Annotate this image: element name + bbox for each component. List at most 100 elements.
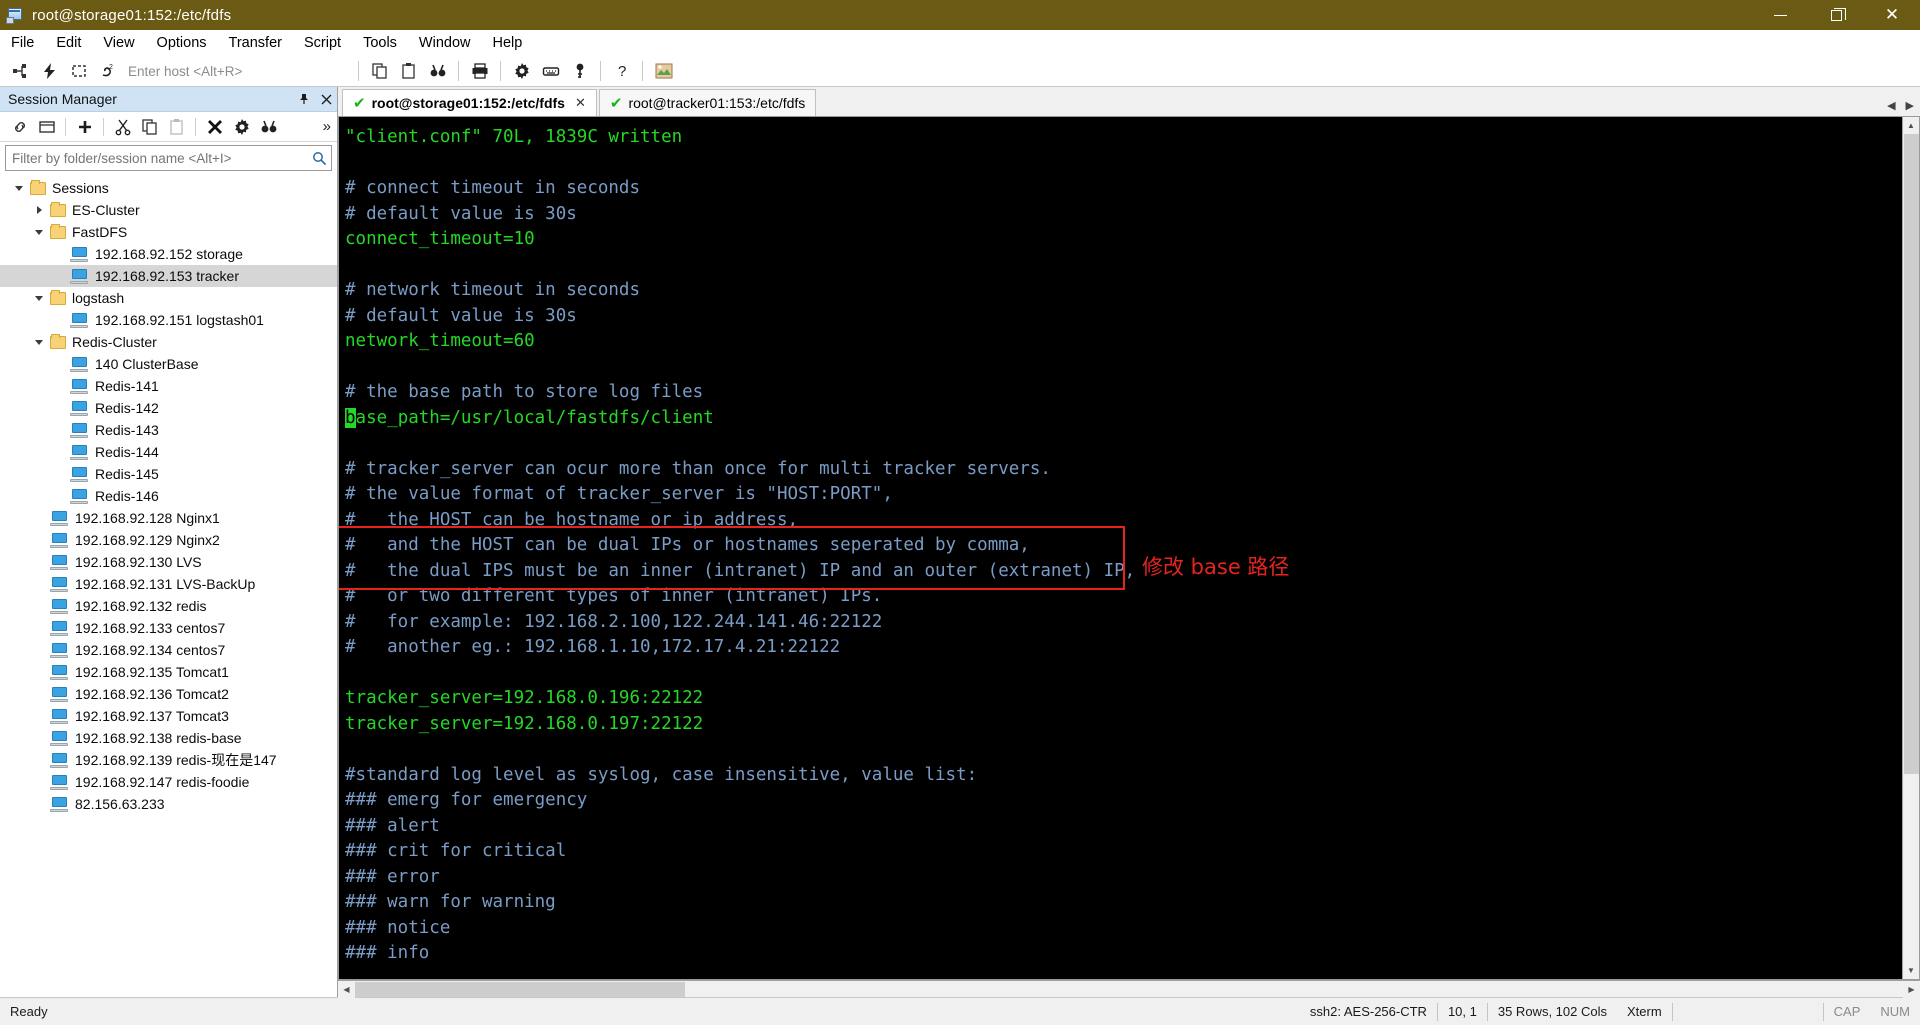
- tree-session[interactable]: 192.168.92.130 LVS: [0, 551, 337, 573]
- menu-help[interactable]: Help: [482, 32, 534, 54]
- tree-session[interactable]: 192.168.92.135 Tomcat1: [0, 661, 337, 683]
- tree-folder[interactable]: FastDFS: [0, 221, 337, 243]
- session-filter[interactable]: [5, 145, 332, 171]
- chevron-down-icon[interactable]: [28, 295, 50, 301]
- session-icon: [50, 554, 70, 570]
- tree-session[interactable]: Redis-144: [0, 441, 337, 463]
- menu-file[interactable]: File: [0, 32, 45, 54]
- delete-icon[interactable]: [201, 114, 228, 139]
- tab-scroll-left-icon[interactable]: ◀: [1887, 99, 1895, 112]
- connect-icon[interactable]: [6, 58, 35, 84]
- paste-icon[interactable]: [163, 114, 190, 139]
- menu-options[interactable]: Options: [146, 32, 218, 54]
- find-icon[interactable]: [255, 114, 282, 139]
- tab-storage01[interactable]: ✔ root@storage01:152:/etc/fdfs ✕: [342, 89, 597, 116]
- tree-session[interactable]: 192.168.92.134 centos7: [0, 639, 337, 661]
- menu-transfer[interactable]: Transfer: [218, 32, 293, 54]
- link-icon[interactable]: [6, 114, 33, 139]
- properties-icon[interactable]: [228, 114, 255, 139]
- session-icon: [70, 444, 90, 460]
- reconnect-all-icon[interactable]: [64, 58, 93, 84]
- close-button[interactable]: ✕: [1864, 0, 1920, 30]
- paste-icon[interactable]: [394, 58, 423, 84]
- tree-session[interactable]: 192.168.92.136 Tomcat2: [0, 683, 337, 705]
- maximize-button[interactable]: [1808, 0, 1864, 30]
- scroll-down-icon[interactable]: ▼: [1902, 962, 1919, 979]
- menu-script[interactable]: Script: [293, 32, 352, 54]
- tab-close-icon[interactable]: ✕: [575, 96, 586, 111]
- scroll-right-icon[interactable]: ▶: [1903, 980, 1920, 998]
- copy-icon[interactable]: [365, 58, 394, 84]
- tree-session[interactable]: Redis-141: [0, 375, 337, 397]
- print-icon[interactable]: [465, 58, 494, 84]
- tree-session[interactable]: 192.168.92.147 redis-foodie: [0, 771, 337, 793]
- tree-session[interactable]: 192.168.92.132 redis: [0, 595, 337, 617]
- menu-view[interactable]: View: [92, 32, 145, 54]
- tree-folder[interactable]: ES-Cluster: [0, 199, 337, 221]
- tree-session[interactable]: 192.168.92.129 Nginx2: [0, 529, 337, 551]
- chevron-down-icon[interactable]: [28, 339, 50, 345]
- tree-session[interactable]: Redis-142: [0, 397, 337, 419]
- terminal-line: ### notice: [345, 916, 1902, 942]
- chevron-right-icon[interactable]: [28, 206, 50, 214]
- help-icon[interactable]: ?: [607, 58, 636, 84]
- session-label: Redis-146: [95, 488, 159, 504]
- folder-icon: [50, 223, 66, 239]
- search-icon[interactable]: [307, 151, 331, 166]
- terminal-text: ### crit for critical: [345, 841, 567, 861]
- scroll-left-icon[interactable]: ◀: [338, 980, 355, 998]
- tree-session[interactable]: Redis-143: [0, 419, 337, 441]
- tree-session[interactable]: 140 ClusterBase: [0, 353, 337, 375]
- tree-session[interactable]: Redis-145: [0, 463, 337, 485]
- find-icon[interactable]: [423, 58, 452, 84]
- terminal-line: ### alert: [345, 814, 1902, 840]
- tab-scroll-right-icon[interactable]: ▶: [1906, 99, 1914, 112]
- tree-session[interactable]: 192.168.92.137 Tomcat3: [0, 705, 337, 727]
- tab-tracker01[interactable]: ✔ root@tracker01:153:/etc/fdfs: [598, 89, 817, 116]
- menu-edit[interactable]: Edit: [45, 32, 92, 54]
- copy-icon[interactable]: [136, 114, 163, 139]
- tree-session[interactable]: 192.168.92.151 logstash01: [0, 309, 337, 331]
- terminal-horizontal-scrollbar[interactable]: ◀ ▶: [338, 980, 1920, 998]
- tree-session[interactable]: 192.168.92.139 redis-现在是147: [0, 749, 337, 771]
- close-icon[interactable]: [315, 88, 337, 110]
- host-input[interactable]: Enter host <Alt+R>: [122, 64, 352, 79]
- tree-session[interactable]: Redis-146: [0, 485, 337, 507]
- connect-sftp-icon[interactable]: 2: [93, 58, 122, 84]
- key-icon[interactable]: [565, 58, 594, 84]
- session-tree[interactable]: Sessions ES-Cluster FastDFS 192.168.92.152 …: [0, 173, 337, 997]
- terminal-vertical-scrollbar[interactable]: ▲ ▼: [1902, 117, 1919, 979]
- cut-icon[interactable]: [109, 114, 136, 139]
- settings-icon[interactable]: [507, 58, 536, 84]
- tree-session[interactable]: 192.168.92.138 redis-base: [0, 727, 337, 749]
- tree-session[interactable]: 192.168.92.133 centos7: [0, 617, 337, 639]
- tree-session[interactable]: 192.168.92.131 LVS-BackUp: [0, 573, 337, 595]
- tree-session[interactable]: 82.156.63.233: [0, 793, 337, 815]
- tree-folder[interactable]: logstash: [0, 287, 337, 309]
- terminal-line: # and the HOST can be dual IPs or hostna…: [345, 533, 1902, 559]
- vscroll-thumb[interactable]: [1903, 134, 1919, 774]
- tree-session[interactable]: 192.168.92.152 storage: [0, 243, 337, 265]
- minimize-button[interactable]: [1752, 0, 1808, 30]
- terminal-output[interactable]: "client.conf" 70L, 1839C written # conne…: [339, 117, 1902, 979]
- new-window-icon[interactable]: [33, 114, 60, 139]
- menu-window[interactable]: Window: [408, 32, 482, 54]
- screenshot-icon[interactable]: [649, 58, 678, 84]
- session-label: 192.168.92.147 redis-foodie: [75, 774, 250, 790]
- overflow-icon[interactable]: »: [323, 118, 331, 135]
- scroll-up-icon[interactable]: ▲: [1902, 117, 1919, 134]
- chevron-down-icon[interactable]: [8, 185, 30, 191]
- menu-tools[interactable]: Tools: [352, 32, 408, 54]
- keymap-editor-icon[interactable]: [536, 58, 565, 84]
- hscroll-thumb[interactable]: [355, 981, 685, 997]
- tree-session[interactable]: 192.168.92.153 tracker: [0, 265, 337, 287]
- session-filter-input[interactable]: [6, 150, 307, 166]
- add-icon[interactable]: [71, 114, 98, 139]
- tree-folder[interactable]: Sessions: [0, 177, 337, 199]
- session-label: 192.168.92.153 tracker: [95, 268, 239, 284]
- tree-folder[interactable]: Redis-Cluster: [0, 331, 337, 353]
- pin-icon[interactable]: [293, 88, 315, 110]
- quick-connect-icon[interactable]: [35, 58, 64, 84]
- chevron-down-icon[interactable]: [28, 229, 50, 235]
- tree-session[interactable]: 192.168.92.128 Nginx1: [0, 507, 337, 529]
